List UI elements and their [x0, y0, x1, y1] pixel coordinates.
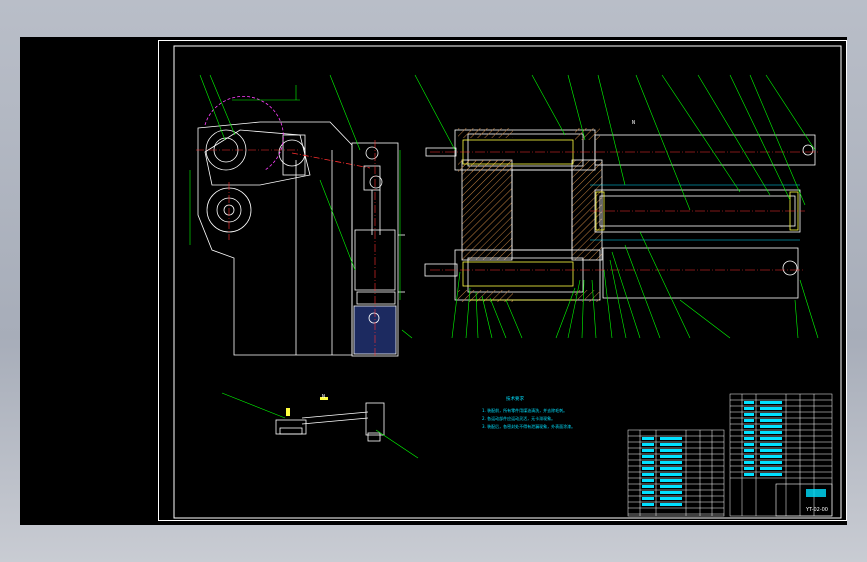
parts-list-cell [642, 443, 654, 446]
parts-list-cell [744, 443, 754, 446]
seal-lines [462, 139, 799, 301]
parts-list-cell [660, 443, 682, 446]
parts-list-cell [760, 413, 782, 416]
parts-list-cell [760, 449, 782, 452]
parts-list-cell [760, 461, 782, 464]
note-line-2: 2. 各运动部件应运动灵活，无卡滞现象。 [482, 415, 555, 421]
parts-list-cell [642, 485, 654, 488]
parts-list-cell [642, 503, 654, 506]
parts-list-cell [760, 419, 782, 422]
parts-list-cell [642, 497, 654, 500]
parts-list-cell [760, 437, 782, 440]
parts-list-cell [760, 401, 782, 404]
parts-list-cell [660, 479, 682, 482]
drawing-code: YT-02-00 [805, 507, 828, 513]
detail-leaders [221, 392, 419, 459]
parts-list-cell [744, 413, 754, 416]
engineering-drawing: N N 技术要求 1. 装配前，所有零件用煤油清洗，并去除毛刺。 2. 各运动部… [173, 45, 842, 519]
title-block: YT-02-00 [775, 483, 833, 517]
parts-list-cell [760, 407, 782, 410]
parts-list-cell [660, 491, 682, 494]
detail-view [275, 402, 385, 442]
inner-frame [173, 45, 842, 519]
parts-list-cell [744, 401, 754, 404]
parts-list-cell [744, 437, 754, 440]
parts-list-cell [760, 455, 782, 458]
parts-list-cell [660, 449, 682, 452]
note-line-1: 1. 装配前，所有零件用煤油清洗，并去除毛刺。 [482, 407, 567, 413]
parts-list-cell [642, 479, 654, 482]
parts-list-cell [744, 407, 754, 410]
parts-list-cell [760, 473, 782, 476]
parts-list-cell [660, 497, 682, 500]
notes-title: 技术要求 [506, 395, 524, 402]
parts-list-cell [744, 467, 754, 470]
parts-list-cell [642, 455, 654, 458]
parts-list-cell [660, 437, 682, 440]
parts-list-cell [642, 437, 654, 440]
parts-list-cell [760, 467, 782, 470]
parts-list-cell [744, 455, 754, 458]
parts-list-cell [642, 473, 654, 476]
body-plate [197, 121, 353, 356]
view-label-detail: N [322, 394, 325, 400]
left-leaders [199, 74, 361, 271]
parts-list-cell [760, 431, 782, 434]
parts-list-cell [660, 503, 682, 506]
parts-list-cell [744, 425, 754, 428]
parts-list-cell [642, 467, 654, 470]
parts-list-cell [660, 461, 682, 464]
note-line-3: 3. 装配后，各密封处不得有泄漏现象，外表面涂漆。 [482, 423, 575, 429]
left-centerlines [196, 140, 376, 358]
parts-list-cell [660, 485, 682, 488]
parts-list-cell [744, 431, 754, 434]
parts-list-cell [744, 461, 754, 464]
technical-notes: 技术要求 1. 装配前，所有零件用煤油清洗，并去除毛刺。 2. 各运动部件应运动… [482, 395, 575, 429]
right-view [424, 129, 816, 301]
view-label-right: N [632, 120, 635, 126]
parts-list-cell [760, 443, 782, 446]
parts-list-cell [660, 455, 682, 458]
parts-list [627, 393, 833, 517]
parts-list-cell [760, 425, 782, 428]
parts-list-cell [744, 449, 754, 452]
parts-list-cell [660, 473, 682, 476]
parts-list-cell [744, 419, 754, 422]
parts-list-cell [642, 491, 654, 494]
parts-list-cell [660, 467, 682, 470]
parts-list-cell [642, 449, 654, 452]
parts-list-cell [642, 461, 654, 464]
parts-list-cell [744, 473, 754, 476]
